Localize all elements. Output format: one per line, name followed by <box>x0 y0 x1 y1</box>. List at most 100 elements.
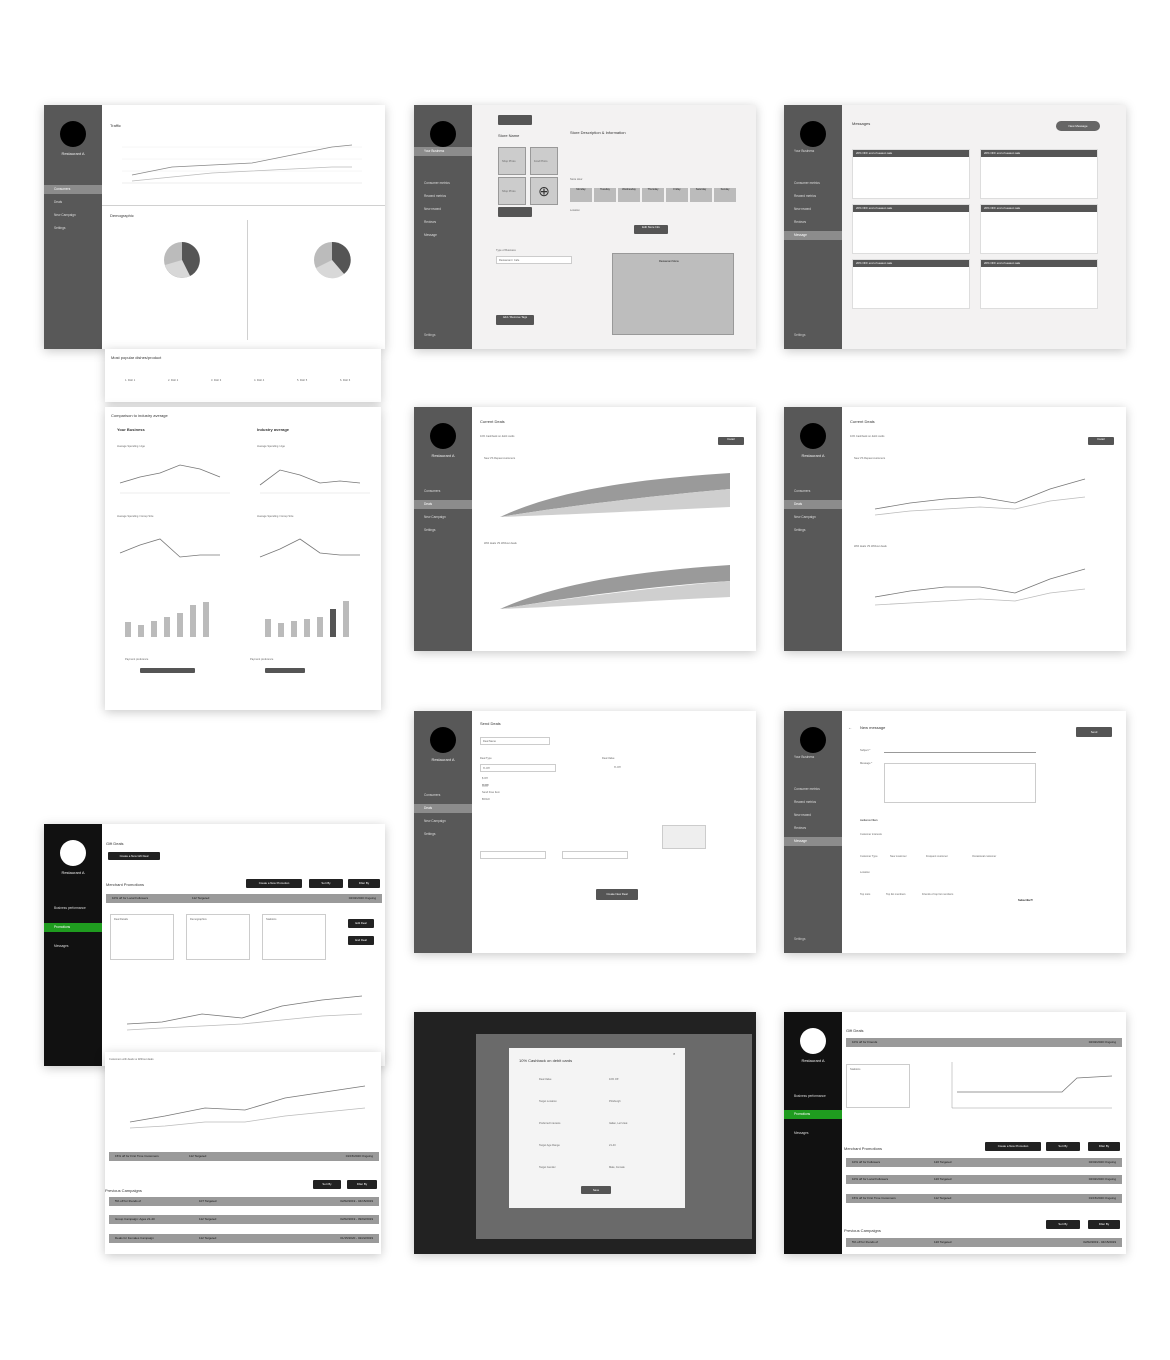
promotion-row[interactable]: 10% off for Followers 120 Targeted 02/02… <box>846 1158 1122 1167</box>
add-photo-button[interactable]: ⊕ <box>530 177 558 205</box>
sidebar-item-promotions[interactable]: Promotions <box>44 923 102 932</box>
sidebar-item-settings[interactable]: Settings <box>414 526 472 535</box>
sidebar-item-consumer-metrics[interactable]: Consumer metrics <box>784 785 842 794</box>
deal-type-option-2[interactable]: % Off <box>482 784 489 787</box>
day-thursday[interactable]: Thursday <box>642 188 664 202</box>
sort-by-button[interactable]: Sort By <box>309 879 343 888</box>
sort-by-button[interactable]: Sort By <box>1046 1142 1080 1151</box>
new-message-button[interactable]: New Message <box>1056 121 1100 131</box>
sidebar-item-consumers[interactable]: Consumers <box>44 185 102 194</box>
sidebar-item-new-campaign[interactable]: New Campaign <box>414 817 472 826</box>
sidebar-item-settings[interactable]: Settings <box>414 830 472 839</box>
message-card[interactable]: 20% OFF end of season sale <box>852 149 970 199</box>
filter-by-button[interactable]: Filter By <box>348 879 380 888</box>
message-card[interactable]: 20% OFF end of season sale <box>980 204 1098 254</box>
send-button[interactable]: Send <box>1076 727 1112 737</box>
sidebar-item-messages[interactable]: Messages <box>44 942 102 951</box>
end-deal-button[interactable]: End Deal <box>348 936 374 945</box>
back-arrow-icon[interactable]: ← <box>848 725 852 730</box>
sidebar-item-promotions[interactable]: Promotions <box>784 1110 842 1119</box>
sidebar-item-reviews[interactable]: Reviews <box>414 218 472 227</box>
create-promotion-button[interactable]: Create a New Promotion <box>985 1142 1041 1151</box>
sidebar-item-messages[interactable]: Messages <box>784 1129 842 1138</box>
settings-link[interactable]: Settings <box>794 937 806 941</box>
sidebar-item-deals[interactable]: Deals <box>44 198 102 207</box>
day-friday[interactable]: Friday <box>666 188 688 202</box>
promotion-row[interactable]: 15% off for First Time Customers 112 Tar… <box>109 1152 379 1161</box>
detail-button[interactable]: Detail <box>1088 437 1114 445</box>
sidebar-item-deals[interactable]: Deals <box>414 804 472 813</box>
top-list-members-checkbox[interactable]: Top list members <box>886 893 906 896</box>
sidebar-item-reward-metrics[interactable]: Reward metrics <box>784 798 842 807</box>
message-input[interactable] <box>884 763 1036 803</box>
sidebar-item-new-campaign[interactable]: New Campaign <box>784 513 842 522</box>
message-card[interactable]: 20% OFF end of season sale <box>852 204 970 254</box>
detail-button[interactable]: Detail <box>718 437 744 445</box>
deal-type-select[interactable]: % Off <box>480 764 556 772</box>
sidebar-item-consumers[interactable]: Consumers <box>414 487 472 496</box>
day-wednesday[interactable]: Wednesday <box>618 188 640 202</box>
gift-deal-row[interactable]: 10% off for Friends 02/02/2020 Ongoing <box>846 1038 1122 1047</box>
deal-type-option-3[interactable]: Send Free Item <box>482 791 500 794</box>
sidebar-item-your-business[interactable]: Your Business <box>784 147 842 156</box>
day-saturday[interactable]: Saturday <box>690 188 712 202</box>
add-remove-tags-button[interactable]: Add / Remove Tags <box>496 315 534 325</box>
sidebar-item-message[interactable]: Message <box>784 231 842 240</box>
message-card[interactable]: 20% OFF end of season sale <box>980 259 1098 309</box>
sidebar-item-your-business[interactable]: Your Business <box>414 147 472 156</box>
message-card[interactable]: 20% OFF end of season sale <box>980 149 1098 199</box>
sidebar-item-business-performance[interactable]: Business performance <box>784 1092 842 1101</box>
filter-by-button[interactable]: Filter By <box>347 1180 377 1189</box>
sidebar-item-settings[interactable]: Settings <box>44 224 102 233</box>
sidebar-item-new-campaign[interactable]: New Campaign <box>44 211 102 220</box>
sidebar-item-business-performance[interactable]: Business performance <box>44 904 102 913</box>
location-input[interactable] <box>480 851 546 859</box>
settings-link[interactable]: Settings <box>794 333 806 337</box>
promotion-row[interactable]: 10% off for Local Followers 120 Targeted… <box>846 1175 1122 1184</box>
sidebar-item-deals[interactable]: Deals <box>414 500 472 509</box>
sort-by-button[interactable]: Sort By <box>1046 1220 1080 1229</box>
sidebar-item-reward-metrics[interactable]: Reward metrics <box>414 192 472 201</box>
create-gift-deal-button[interactable]: Create a New Gift Deal <box>108 852 160 860</box>
subject-input[interactable] <box>884 752 1036 753</box>
promotion-row[interactable]: 10% off for Local Followers 112 Targeted… <box>106 894 382 903</box>
shop-photo-2[interactable]: Shop Photo <box>498 177 526 205</box>
create-new-deal-button[interactable]: Create New Deal <box>596 889 638 900</box>
create-promotion-button[interactable]: Create a New Promotion <box>246 879 302 888</box>
sidebar-item-consumers[interactable]: Consumers <box>784 487 842 496</box>
message-card[interactable]: 20% OFF end of season sale <box>852 259 970 309</box>
filter-by-button[interactable]: Filter By <box>1088 1220 1120 1229</box>
deal-name-input[interactable]: Deal Name <box>480 737 550 745</box>
preview-button[interactable] <box>498 207 532 217</box>
sidebar-item-reviews[interactable]: Reviews <box>784 824 842 833</box>
campaign-row[interactable]: Group Campaign: Ages 21-40 112 Targeted … <box>109 1215 379 1224</box>
sidebar-item-settings[interactable]: Settings <box>784 526 842 535</box>
connect-button[interactable] <box>498 115 532 125</box>
sidebar-item-consumer-metrics[interactable]: Consumer metrics <box>784 179 842 188</box>
edit-deal-button[interactable]: Edit Deal <box>348 919 374 928</box>
shop-photo[interactable]: Shop Photo <box>498 147 526 175</box>
sidebar-item-reward-metrics[interactable]: Reward metrics <box>784 192 842 201</box>
deal-type-option-1[interactable]: $ Off <box>482 777 488 780</box>
sidebar-item-new-reward[interactable]: New reward <box>784 205 842 214</box>
day-monday[interactable]: Monday <box>570 188 592 202</box>
business-type-select[interactable]: Restaurant / Cafe <box>496 256 572 264</box>
sidebar-item-consumers[interactable]: Consumers <box>414 791 472 800</box>
sidebar-item-new-reward[interactable]: New reward <box>784 811 842 820</box>
day-sunday[interactable]: Sunday <box>714 188 736 202</box>
preferred-interests-input[interactable] <box>562 851 628 859</box>
deal-type-option-4[interactable]: BOGO <box>482 798 490 801</box>
sidebar-item-new-reward[interactable]: New reward <box>414 205 472 214</box>
sidebar-item-reviews[interactable]: Reviews <box>784 218 842 227</box>
sidebar-item-message[interactable]: Message <box>784 837 842 846</box>
sidebar-item-message[interactable]: Message <box>414 231 472 240</box>
new-customer-radio[interactable]: New customer <box>890 855 907 858</box>
close-icon[interactable]: × <box>673 1051 675 1056</box>
campaign-row[interactable]: 5% off for friends of 107 Targeted 02/02… <box>109 1197 379 1206</box>
sort-by-button[interactable]: Sort By <box>313 1180 341 1189</box>
edit-store-info-button[interactable]: Edit Store Info <box>634 225 668 234</box>
campaign-row[interactable]: Deals for Females Campaign 112 Targeted … <box>109 1234 379 1243</box>
day-tuesday[interactable]: Tuesday <box>594 188 616 202</box>
sidebar-item-deals[interactable]: Deals <box>784 500 842 509</box>
frequent-customer-radio[interactable]: Frequent customer <box>926 855 948 858</box>
